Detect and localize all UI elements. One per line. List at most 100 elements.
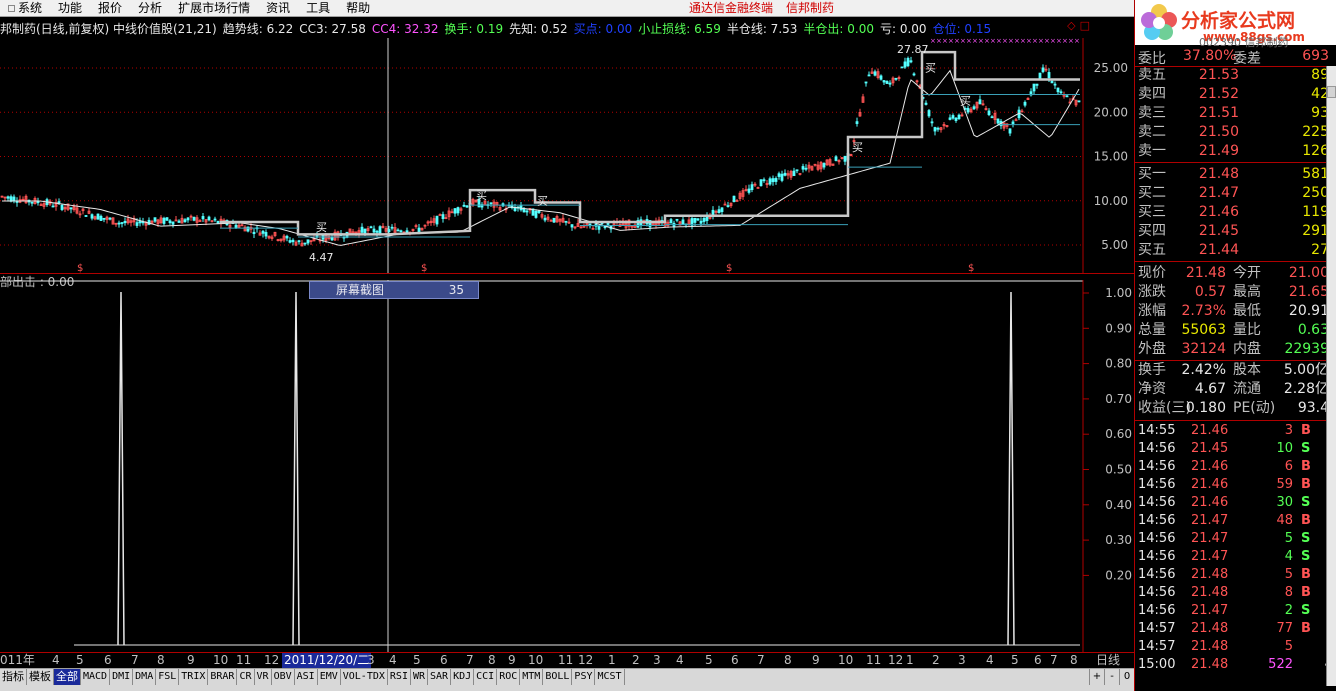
menu-quote[interactable]: 报价 bbox=[90, 0, 130, 16]
screenshot-tooltip-label: 屏幕截图 bbox=[336, 283, 385, 297]
candle-body bbox=[117, 222, 121, 225]
tick-volume: 5 bbox=[1284, 531, 1293, 546]
stock-name-link[interactable]: 信邦制药 bbox=[786, 0, 834, 16]
candle-body bbox=[756, 187, 760, 189]
candle-body bbox=[972, 106, 976, 110]
date-tick: 3 bbox=[653, 653, 661, 667]
candles bbox=[0, 56, 1081, 247]
close-icon[interactable]: □ bbox=[1080, 20, 1090, 34]
tab-ctrl-button[interactable]: - bbox=[1104, 669, 1119, 685]
candle-body bbox=[438, 214, 442, 216]
tab-obv[interactable]: OBV bbox=[272, 669, 295, 685]
candle-body bbox=[60, 204, 64, 210]
tick-row: 14:5621.466B1 bbox=[1135, 458, 1336, 476]
tab-rsi[interactable]: RSI bbox=[388, 669, 411, 685]
tab-asi[interactable]: ASI bbox=[295, 669, 318, 685]
candle-body bbox=[417, 227, 421, 233]
candle-body bbox=[912, 73, 916, 76]
tab-指标[interactable]: 指标 bbox=[0, 669, 27, 685]
tab-macd[interactable]: MACD bbox=[81, 669, 111, 685]
tick-side: S bbox=[1301, 495, 1311, 510]
candle-body bbox=[801, 166, 805, 170]
candle-body bbox=[1065, 95, 1069, 98]
candle-body bbox=[252, 231, 256, 235]
candle-body bbox=[804, 167, 808, 170]
candle-body bbox=[717, 209, 721, 213]
screenshot-tooltip-value: 35 bbox=[448, 283, 464, 297]
price-chart[interactable]: 25.0020.0015.0010.005.00× × × × × × × × × × × × × × × ×… bbox=[0, 38, 1134, 274]
restore-icon[interactable]: ◇ bbox=[1067, 20, 1075, 34]
menu-tools[interactable]: 工具 bbox=[298, 0, 338, 16]
tab-mcst[interactable]: MCST bbox=[595, 669, 625, 685]
menu-help[interactable]: 帮助 bbox=[338, 0, 378, 16]
tab-全部[interactable]: 全部 bbox=[54, 669, 81, 685]
candle-body bbox=[285, 235, 289, 239]
candle-body bbox=[6, 196, 10, 199]
tab-emv[interactable]: EMV bbox=[318, 669, 341, 685]
tab-wr[interactable]: WR bbox=[411, 669, 429, 685]
scroll-thumb[interactable] bbox=[1327, 86, 1336, 98]
tab-boll[interactable]: BOLL bbox=[543, 669, 573, 685]
info-item: 半仓出: 0.00 bbox=[803, 22, 874, 36]
indicator-chart[interactable]: 1.00 0.90 0.80 0.70 0.60 0.50 0.40 0.30 0.20 bbox=[0, 280, 1134, 652]
candle-body bbox=[771, 178, 775, 183]
date-tick: 10 bbox=[528, 653, 544, 667]
date-tick: 8 bbox=[488, 653, 496, 667]
date-tick: 2 bbox=[932, 653, 940, 667]
menu-system[interactable]: 系统 bbox=[0, 0, 50, 16]
tab-ctrl-button[interactable]: + bbox=[1089, 669, 1104, 685]
candle-body bbox=[84, 215, 88, 217]
tab-brar[interactable]: BRAR bbox=[208, 669, 238, 685]
tab-vol-tdx[interactable]: VOL-TDX bbox=[341, 669, 388, 685]
tab-kdj[interactable]: KDJ bbox=[451, 669, 475, 685]
tab-fsl[interactable]: FSL bbox=[156, 669, 180, 685]
ask-price: 21.52 bbox=[1198, 86, 1239, 102]
tab-dmi[interactable]: DMI bbox=[110, 669, 134, 685]
candle-body bbox=[453, 208, 457, 214]
date-tick: 9 bbox=[812, 653, 820, 667]
tick-volume: 522 bbox=[1268, 657, 1293, 672]
date-tick: 4 bbox=[986, 653, 994, 667]
svg-text:×: × bbox=[1008, 38, 1014, 45]
candle-body bbox=[177, 220, 181, 223]
ask-label: 卖五 bbox=[1138, 67, 1166, 83]
indicator-axis-label: 0.90 bbox=[1105, 321, 1132, 335]
candle-body bbox=[1047, 72, 1051, 79]
tab-mtm[interactable]: MTM bbox=[520, 669, 544, 685]
menu-analysis[interactable]: 分析 bbox=[130, 0, 170, 16]
svg-text:×: × bbox=[1014, 38, 1020, 45]
quote-value: 0.63 bbox=[1297, 322, 1329, 338]
tick-time: 14:56 bbox=[1138, 441, 1176, 456]
candle-body bbox=[51, 205, 55, 208]
tab-cci[interactable]: CCI bbox=[474, 669, 498, 685]
tab-trix[interactable]: TRIX bbox=[179, 669, 209, 685]
date-tick: 3 bbox=[367, 653, 375, 667]
tab-roc[interactable]: ROC bbox=[497, 669, 521, 685]
menu-function[interactable]: 功能 bbox=[50, 0, 90, 16]
tab-dma[interactable]: DMA bbox=[133, 669, 157, 685]
tab-psy[interactable]: PSY bbox=[572, 669, 596, 685]
tab-模板[interactable]: 模板 bbox=[27, 669, 54, 685]
menu-ext-market[interactable]: 扩展市场行情 bbox=[170, 0, 258, 16]
date-tick: 10 bbox=[213, 653, 229, 667]
candle-body bbox=[399, 230, 403, 233]
indicator-axis-label: 1.00 bbox=[1105, 286, 1132, 300]
tab-sar[interactable]: SAR bbox=[428, 669, 452, 685]
candle-body bbox=[759, 179, 763, 187]
price-axis-label: 5.00 bbox=[1101, 238, 1128, 252]
buy-marker: 买 bbox=[925, 62, 936, 75]
info-item: 买点: 0.00 bbox=[573, 22, 633, 36]
candle-body bbox=[135, 222, 139, 226]
menu-info[interactable]: 资讯 bbox=[258, 0, 298, 16]
candle-body bbox=[165, 217, 169, 221]
brand-link[interactable]: 通达信金融终端 bbox=[689, 0, 773, 16]
candle-body bbox=[102, 217, 106, 220]
period-label[interactable]: 日线 bbox=[1096, 653, 1120, 668]
tab-cr[interactable]: CR bbox=[237, 669, 255, 685]
tick-scrollbar[interactable] bbox=[1326, 66, 1336, 686]
svg-text:×: × bbox=[1026, 38, 1032, 45]
tab-ctrl-button[interactable]: 0 bbox=[1119, 669, 1134, 685]
tick-time: 14:56 bbox=[1138, 459, 1176, 474]
fund-value: 5.00亿 bbox=[1283, 362, 1329, 378]
tab-vr[interactable]: VR bbox=[255, 669, 272, 685]
